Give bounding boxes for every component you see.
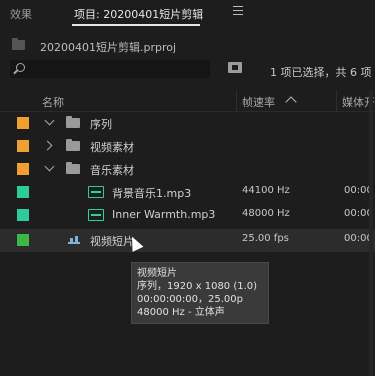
- selection-info: 1 项已选择，共 6 项: [270, 66, 372, 79]
- project-file-row: 20200401短片剪辑.prproj: [0, 34, 375, 56]
- label-color-swatch[interactable]: [17, 209, 29, 221]
- tooltip-audio-info: 48000 Hz - 立体声: [137, 307, 225, 318]
- tab-project[interactable]: 项目: 20200401短片剪辑: [74, 6, 203, 22]
- label-color-swatch[interactable]: [17, 163, 29, 175]
- column-divider[interactable]: [336, 90, 337, 112]
- new-bin-from-search-icon[interactable]: [228, 62, 242, 73]
- list-item[interactable]: Inner Warmth.mp3 48000 Hz 00:00: [0, 204, 375, 227]
- item-name: 背景音乐1.mp3: [112, 187, 192, 200]
- list-item[interactable]: 背景音乐1.mp3 44100 Hz 00:00: [0, 181, 375, 204]
- item-name: 序列: [90, 118, 112, 131]
- project-file-name: 20200401短片剪辑.prproj: [40, 41, 177, 54]
- project-folder-icon: [12, 38, 25, 50]
- column-header-row: 名称 帧速率 媒体开: [0, 90, 375, 112]
- tooltip-title: 视频短片: [137, 268, 177, 279]
- active-tab-indicator: [72, 24, 200, 26]
- label-color-swatch[interactable]: [17, 186, 29, 198]
- column-header-framerate[interactable]: 帧速率: [242, 94, 275, 110]
- panel-tab-bar: 效果 项目: 20200401短片剪辑: [0, 0, 375, 28]
- folder-icon: [66, 116, 80, 128]
- tooltip-timecode: 00:00:00:00，25.00p: [137, 294, 243, 305]
- item-framerate: 44100 Hz: [242, 185, 290, 196]
- search-input[interactable]: [10, 60, 210, 78]
- list-item[interactable]: 序列: [0, 112, 375, 135]
- column-header-name[interactable]: 名称: [42, 94, 64, 110]
- tooltip-sequence-info: 序列，1920 x 1080 (1.0): [137, 281, 258, 292]
- folder-icon: [66, 139, 80, 151]
- sort-ascending-icon[interactable]: [285, 96, 297, 108]
- list-item-selected[interactable]: 视频短片 25.00 fps 00:00: [0, 229, 375, 252]
- panel-menu-icon[interactable]: [233, 6, 243, 16]
- chevron-right-icon[interactable]: [42, 140, 53, 151]
- tab-effects[interactable]: 效果: [10, 6, 32, 22]
- label-color-swatch[interactable]: [17, 117, 29, 129]
- item-framerate: 48000 Hz: [242, 208, 290, 219]
- item-name: 音乐素材: [90, 164, 134, 177]
- label-color-swatch[interactable]: [17, 140, 29, 152]
- list-item[interactable]: 音乐素材: [0, 158, 375, 181]
- folder-icon: [66, 162, 80, 174]
- item-framerate: 25.00 fps: [242, 233, 289, 244]
- item-tooltip: 视频短片 序列，1920 x 1080 (1.0) 00:00:00:00，25…: [131, 262, 269, 324]
- vertical-scrollbar[interactable]: [369, 90, 373, 376]
- item-name: 视频素材: [90, 141, 134, 154]
- audio-file-icon: [88, 186, 104, 198]
- audio-file-icon: [88, 209, 104, 221]
- sequence-icon: [66, 234, 82, 246]
- search-icon: [16, 63, 25, 72]
- chevron-down-icon[interactable]: [44, 115, 55, 126]
- column-divider[interactable]: [236, 90, 237, 112]
- label-color-swatch[interactable]: [17, 234, 29, 246]
- chevron-down-icon[interactable]: [44, 161, 55, 172]
- list-item[interactable]: 视频素材: [0, 135, 375, 158]
- item-name: Inner Warmth.mp3: [112, 208, 216, 221]
